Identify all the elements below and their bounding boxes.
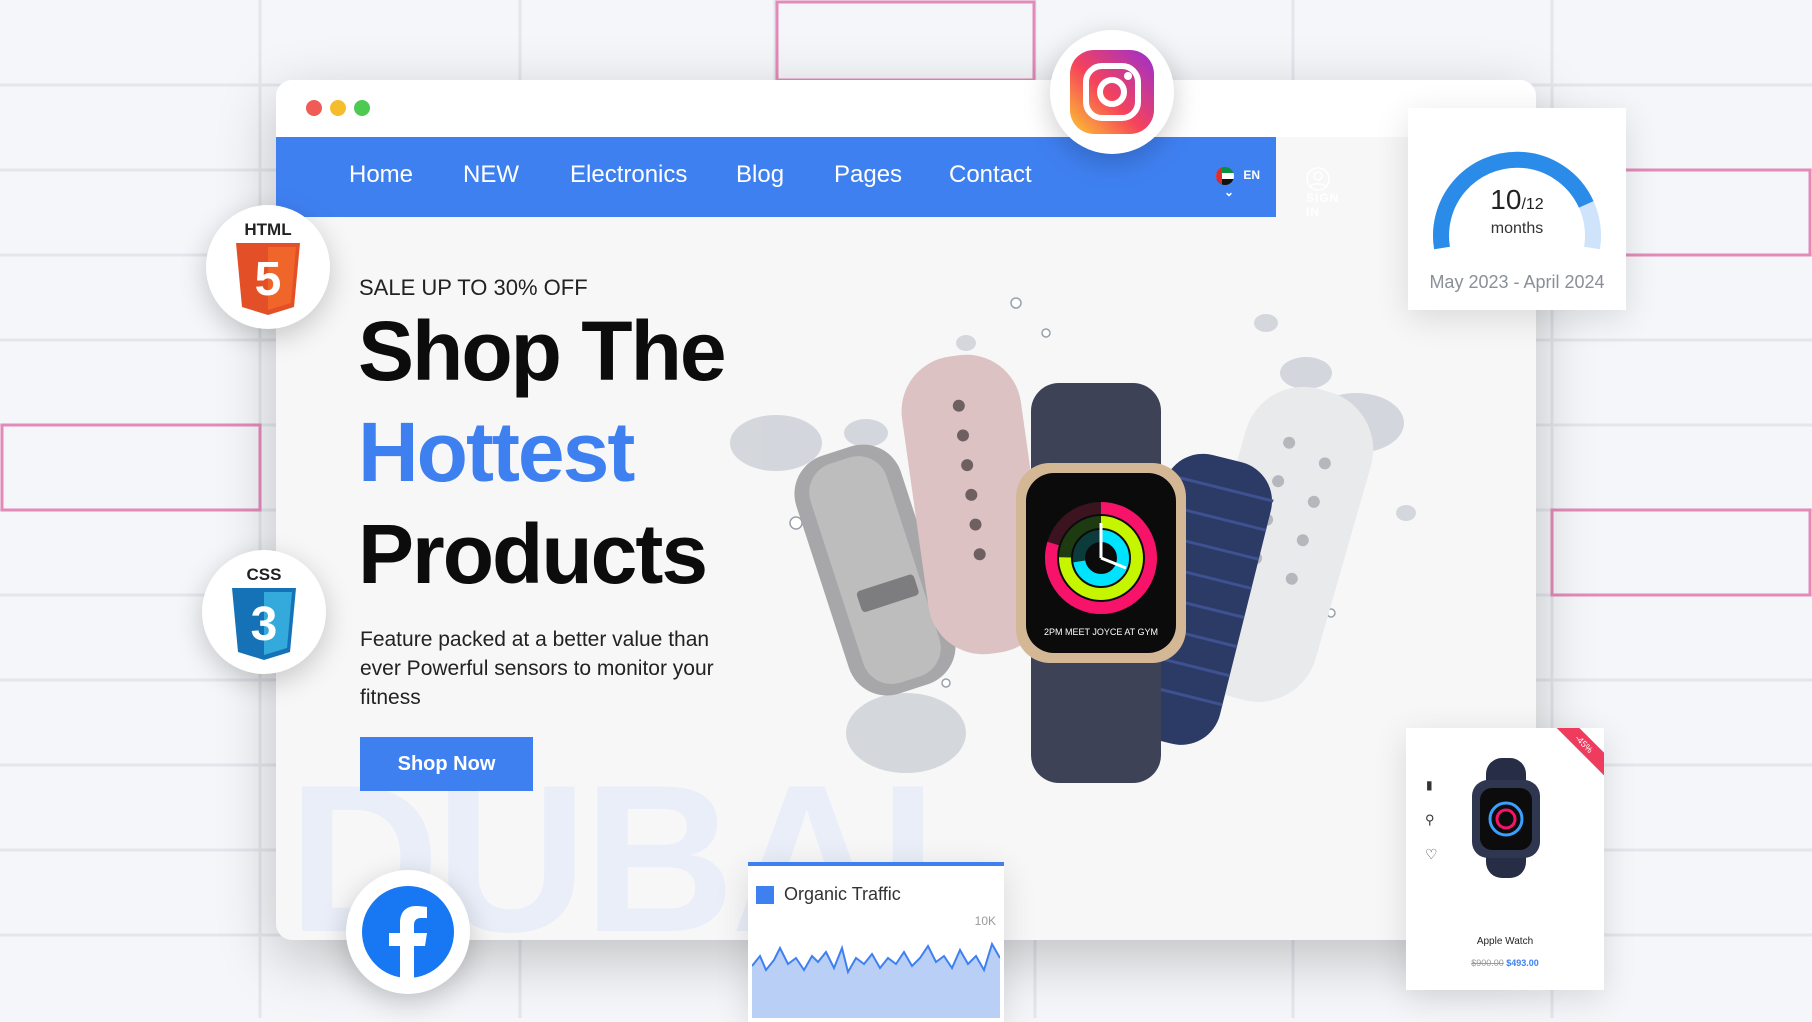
headline-line-2: Hottest [358,405,635,499]
product-name[interactable]: Apple Watch [1406,936,1604,947]
product-price-row: $900.00 $493.00 [1406,958,1604,968]
progress-gauge-card: 10/12 months May 2023 - April 2024 [1408,108,1626,310]
headline-line-1: Shop The [358,304,727,398]
gauge-value: 10 [1490,184,1522,215]
shop-now-button[interactable]: Shop Now [360,737,533,791]
hero-section: DUBAI SALE UP TO 30% OFF Shop The Hottes… [276,217,1536,940]
gauge-value-row: 10/12 [1408,184,1626,216]
css3-icon: CSS 3 [232,565,296,660]
new-price: $493.00 [1506,958,1539,968]
html5-badge: HTML 5 [206,205,330,329]
facebook-badge[interactable] [346,870,470,994]
user-icon [1306,167,1330,191]
svg-text:HTML: HTML [244,220,291,239]
nav-new[interactable]: NEW [463,161,519,189]
gauge-date-range: May 2023 - April 2024 [1429,272,1605,292]
apple-watch-thumbnail [1472,758,1540,878]
title-bar [276,80,1536,137]
instagram-icon [1070,50,1154,134]
nav-blog[interactable]: Blog [736,161,784,189]
compare-icon[interactable]: ▮ [1426,778,1433,792]
facebook-icon [362,886,454,980]
watch-screen-text: 2PM MEET JOYCE AT GYM [1044,627,1158,637]
language-selector[interactable]: EN ⌄ [1216,167,1276,199]
traffic-axis-label: 10K [974,914,996,928]
minimize-window-dot[interactable] [330,100,346,116]
chevron-down-icon: ⌄ [1224,185,1235,199]
svg-text:5: 5 [255,253,282,306]
maximize-window-dot[interactable] [354,100,370,116]
svg-text:3: 3 [251,598,278,651]
sign-in-link[interactable]: SIGN IN [1306,167,1339,219]
traffic-sparkline [752,941,1000,1018]
svg-text:CSS: CSS [247,565,282,584]
old-price: $900.00 [1471,958,1504,968]
nav-home[interactable]: Home [349,161,413,189]
organic-traffic-card: Organic Traffic 10K [748,862,1004,1022]
css3-badge: CSS 3 [202,550,326,674]
html5-icon: HTML 5 [236,220,300,315]
nav-electronics[interactable]: Electronics [570,161,687,189]
gauge-total: /12 [1521,196,1544,213]
close-window-dot[interactable] [306,100,322,116]
gauge-unit: months [1490,220,1544,237]
product-card[interactable]: -45% ▮ ⚲ ♡ Apple Watch $900.00 $493.00 [1406,728,1604,990]
legend-swatch [756,886,774,904]
browser-window: Home NEW Electronics Blog Pages Contact … [276,80,1536,940]
instagram-badge[interactable] [1050,30,1174,154]
nav-pages[interactable]: Pages [834,161,902,189]
language-label: EN [1243,168,1261,183]
sign-in-label: SIGN IN [1306,191,1340,219]
uae-flag-icon [1216,167,1234,185]
headline-line-3: Products [358,507,708,601]
search-icon[interactable]: ⚲ [1425,812,1435,828]
nav-contact[interactable]: Contact [949,161,1032,189]
traffic-title: Organic Traffic [784,884,901,904]
sale-label: SALE UP TO 30% OFF [359,275,588,300]
hero-description: Feature packed at a better value than ev… [360,628,714,709]
heart-icon[interactable]: ♡ [1425,846,1438,863]
apple-watch-illustration: 2PM MEET JOYCE AT GYM [730,297,1416,783]
